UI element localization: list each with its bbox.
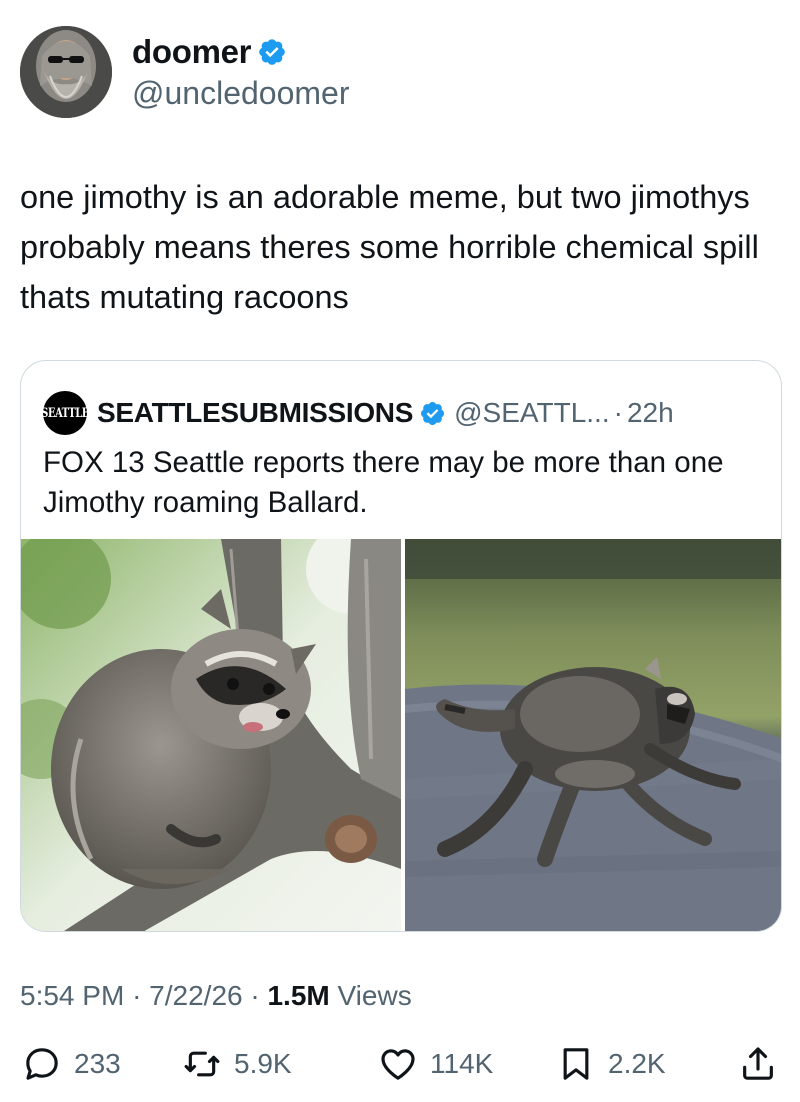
reply-icon (26, 1048, 58, 1080)
avatar[interactable] (20, 26, 112, 118)
raccoon-running-photo[interactable] (405, 539, 781, 931)
avatar-image (20, 26, 112, 118)
tweet-text: one jimothy is an adorable meme, but two… (20, 179, 759, 315)
repost-button[interactable]: 5.9K (182, 1040, 292, 1088)
quoted-handle: @SEATTL... (454, 397, 610, 428)
heart-icon (381, 1049, 415, 1080)
quoted-avatar: SEATTLE (41, 391, 89, 435)
reply-count: 233 (74, 1048, 121, 1079)
meta-separator: · (132, 980, 142, 1011)
like-button[interactable]: 114K (378, 1040, 493, 1088)
tweet-header: doomer @uncledoomer (20, 24, 349, 120)
repost-icon (184, 1051, 220, 1077)
quoted-verified-badge-icon (421, 401, 445, 425)
bookmark-icon (563, 1048, 589, 1080)
author-display-name[interactable]: doomer (132, 33, 252, 71)
meta-separator: · (250, 980, 260, 1011)
quoted-text: FOX 13 Seattle reports there may be more… (43, 446, 724, 519)
quoted-logo-text: SEATTLE (41, 405, 89, 421)
raccoon-in-tree-photo[interactable] (21, 539, 401, 931)
share-icon (743, 1047, 773, 1080)
post-date[interactable]: 7/22/26 (149, 980, 242, 1011)
views-label: Views (337, 980, 412, 1011)
share-button[interactable] (738, 1040, 778, 1088)
bookmark-button[interactable]: 2.2K (556, 1040, 666, 1088)
bookmark-count: 2.2K (608, 1048, 666, 1079)
verified-badge-icon (259, 38, 286, 65)
action-bar: 233 5.9K 114K 2.2K (20, 1040, 780, 1088)
quoted-display-name: SEATTLESUBMISSIONS (97, 397, 414, 428)
quoted-separator: · (613, 397, 623, 428)
reply-button[interactable]: 233 (22, 1040, 121, 1088)
repost-count: 5.9K (234, 1048, 292, 1079)
tweet-meta: 5:54 PM · 7/22/26 · 1.5M Views (20, 980, 412, 1012)
quoted-media (21, 539, 781, 931)
views-count: 1.5M (267, 980, 330, 1011)
quoted-tweet-card[interactable]: SEATTLE SEATTLESUBMISSIONS @SEATTL... · … (20, 360, 782, 932)
post-time[interactable]: 5:54 PM (20, 980, 124, 1011)
like-count: 114K (430, 1048, 494, 1079)
author-handle[interactable]: @uncledoomer (132, 75, 349, 112)
quoted-timestamp: 22h (626, 397, 674, 428)
